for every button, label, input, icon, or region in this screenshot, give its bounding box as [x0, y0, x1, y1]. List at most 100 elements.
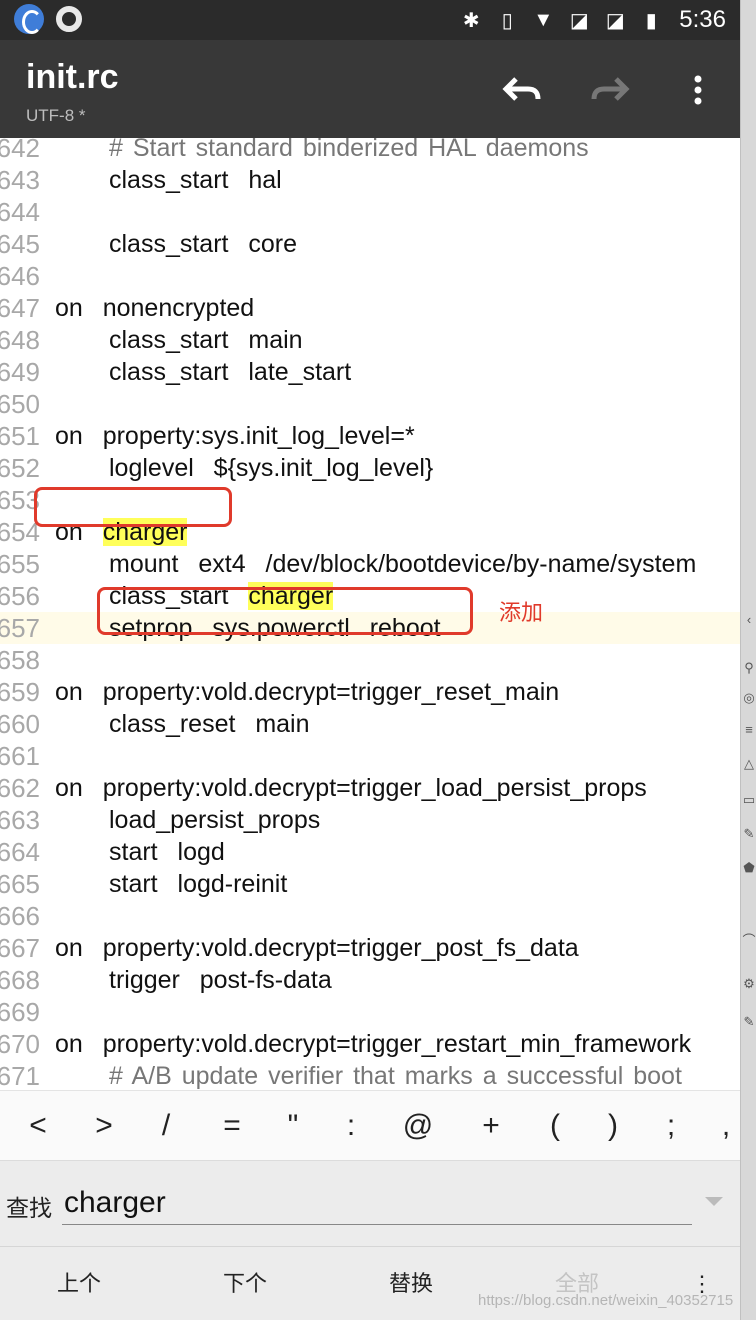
- line-text: trigger post-fs-data: [109, 966, 332, 994]
- code-line[interactable]: 645 class_start core: [0, 228, 740, 260]
- code-line[interactable]: 650: [0, 388, 740, 420]
- code-line[interactable]: 655 mount ext4 /dev/block/bootdevice/by-n…: [0, 548, 740, 580]
- line-text: on property:vold.decrypt=trigger_restart…: [55, 1030, 692, 1058]
- line-number: 649: [0, 357, 40, 387]
- watermark: https://blog.csdn.net/weixin_40352715: [478, 1292, 734, 1309]
- history-dropdown-icon[interactable]: [705, 1197, 723, 1206]
- code-line[interactable]: 660 class_reset main: [0, 708, 740, 740]
- tag-icon: ✎: [743, 1014, 755, 1029]
- code-line[interactable]: 664 start logd: [0, 836, 740, 868]
- line-number: 661: [0, 741, 40, 771]
- symbol-key[interactable]: ;: [651, 1091, 691, 1161]
- symbol-key[interactable]: +: [471, 1091, 511, 1161]
- line-text: on property:vold.decrypt=trigger_post_fs…: [55, 934, 579, 962]
- chevron-left-icon: ‹: [746, 612, 752, 627]
- file-title: init.rc: [26, 58, 119, 96]
- shield-icon: ⬟: [743, 860, 755, 875]
- line-number: 643: [0, 165, 40, 195]
- code-line[interactable]: 667 on property:vold.decrypt=trigger_post…: [0, 932, 740, 964]
- more-vert-icon: [694, 75, 702, 105]
- line-number: 645: [0, 229, 40, 259]
- code-line[interactable]: 666: [0, 900, 740, 932]
- code-line[interactable]: 662 on property:vold.decrypt=trigger_load…: [0, 772, 740, 804]
- battery-charging-icon: ▮: [645, 9, 657, 32]
- code-line[interactable]: 669: [0, 996, 740, 1028]
- symbol-key[interactable]: /: [146, 1091, 186, 1161]
- annotation-box: [34, 487, 232, 527]
- line-text: class_start main: [109, 326, 303, 354]
- line-text: on nonencrypted: [55, 294, 255, 322]
- find-label: 查找: [6, 1195, 52, 1221]
- symbol-key[interactable]: ): [593, 1091, 633, 1161]
- ring-notification-icon: [56, 6, 82, 32]
- undo-button[interactable]: [500, 68, 544, 112]
- code-line[interactable]: 670 on property:vold.decrypt=trigger_rest…: [0, 1028, 740, 1060]
- annotation-box: [97, 587, 473, 635]
- line-text: start logd: [109, 838, 225, 866]
- code-line[interactable]: 651 on property:sys.init_log_level=*: [0, 420, 740, 452]
- fingerprint-icon: ◎: [743, 690, 755, 705]
- symbol-key[interactable]: :: [331, 1091, 371, 1161]
- folder-icon: ⌒: [742, 933, 756, 948]
- keyboard-icon: ▭: [742, 792, 756, 807]
- settings-icon: ⚙: [743, 976, 755, 991]
- no-sim-icon: ◪: [569, 9, 589, 32]
- code-editor[interactable]: 642 # Start standard binderized HAL daemo…: [0, 138, 740, 1090]
- code-line[interactable]: 659 on property:vold.decrypt=trigger_rese…: [0, 676, 740, 708]
- line-number: 667: [0, 933, 40, 963]
- line-number: 642: [0, 138, 40, 163]
- code-line[interactable]: 661: [0, 740, 740, 772]
- code-line[interactable]: 668 trigger post-fs-data: [0, 964, 740, 996]
- line-number: 651: [0, 421, 40, 451]
- symbol-key[interactable]: ": [273, 1091, 313, 1161]
- symbol-key[interactable]: =: [212, 1091, 252, 1161]
- undo-icon: [502, 77, 541, 101]
- symbol-key[interactable]: @: [398, 1091, 438, 1161]
- line-text: on property:sys.init_log_level=*: [55, 422, 415, 450]
- app-notification-icon: [14, 4, 44, 34]
- line-number: 657: [0, 613, 40, 643]
- line-text: class_start core: [109, 230, 298, 258]
- line-number: 652: [0, 453, 40, 483]
- find-input[interactable]: [62, 1181, 692, 1225]
- find-more-button[interactable]: ⋮: [690, 1247, 714, 1321]
- replace-all-button[interactable]: 全部: [532, 1247, 622, 1321]
- line-number: 670: [0, 1029, 40, 1059]
- code-line[interactable]: 646: [0, 260, 740, 292]
- code-line[interactable]: 671 # A/B update verifier that marks a su…: [0, 1060, 740, 1090]
- code-line[interactable]: 663 load_persist_props: [0, 804, 740, 836]
- line-text: on property:vold.decrypt=trigger_reset_m…: [55, 678, 560, 706]
- wifi-icon: ▼: [533, 8, 554, 31]
- symbol-key[interactable]: <: [18, 1091, 58, 1161]
- triangle-icon: △: [744, 756, 754, 771]
- code-line[interactable]: 643 class_start hal: [0, 164, 740, 196]
- code-line[interactable]: 644: [0, 196, 740, 228]
- line-number: 660: [0, 709, 40, 739]
- line-text: # Start standard binderized HAL daemons: [109, 138, 589, 162]
- line-number: 663: [0, 805, 40, 835]
- line-number: 662: [0, 773, 40, 803]
- vibrate-icon: ▯: [501, 9, 513, 32]
- line-number: 656: [0, 581, 40, 611]
- find-previous-button[interactable]: 上个: [34, 1247, 124, 1321]
- symbol-key[interactable]: (: [535, 1091, 575, 1161]
- line-number: 644: [0, 197, 40, 227]
- line-text: on property:vold.decrypt=trigger_load_pe…: [55, 774, 647, 802]
- code-line[interactable]: 652 loglevel ${sys.init_log_level}: [0, 452, 740, 484]
- redo-button[interactable]: [588, 68, 632, 112]
- find-next-button[interactable]: 下个: [200, 1247, 290, 1321]
- line-number: 646: [0, 261, 40, 291]
- line-number: 671: [0, 1061, 40, 1090]
- code-line[interactable]: 648 class_start main: [0, 324, 740, 356]
- code-line[interactable]: 658: [0, 644, 740, 676]
- code-line[interactable]: 647 on nonencrypted: [0, 292, 740, 324]
- bluetooth-icon: ✱: [462, 9, 480, 32]
- code-line[interactable]: 642 # Start standard binderized HAL daemo…: [0, 138, 740, 164]
- code-line[interactable]: 665 start logd-reinit: [0, 868, 740, 900]
- code-line[interactable]: 649 class_start late_start: [0, 356, 740, 388]
- replace-button[interactable]: 替换: [366, 1247, 456, 1321]
- no-sim-icon: ◪: [605, 9, 625, 32]
- overflow-menu-button[interactable]: [676, 68, 720, 112]
- symbol-key[interactable]: ,: [706, 1091, 746, 1161]
- symbol-key[interactable]: >: [84, 1091, 124, 1161]
